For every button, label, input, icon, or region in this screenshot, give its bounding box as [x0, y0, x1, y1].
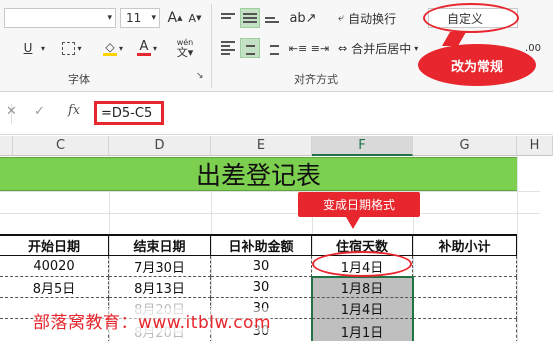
highlight-ellipse [423, 3, 519, 33]
border-icon [62, 41, 76, 55]
insert-function-icon[interactable]: fx [68, 103, 80, 118]
callout-date-format: 变成日期格式 [298, 192, 420, 217]
border-button[interactable]: ▾ [58, 38, 86, 58]
table-cell[interactable] [413, 256, 517, 277]
table-cell[interactable] [413, 298, 517, 319]
group-label-font: 字体 [68, 73, 90, 86]
group-label-alignment: 对齐方式 [294, 73, 338, 86]
select-all-corner[interactable] [0, 136, 13, 156]
align-right-button[interactable] [262, 38, 282, 58]
ribbon: ▾ 11 ▾ A▲ A▼ ab↗ ⤶ 自动换行 自定义 U ▾ ▾ ◇ ▾ [0, 0, 553, 92]
underline-button[interactable]: U [18, 38, 38, 58]
wrap-text-icon: ⤶ [338, 11, 345, 24]
chevron-down-icon: ▾ [118, 43, 123, 53]
enter-icon[interactable]: ✓ [34, 104, 45, 119]
column-header-g[interactable]: G [413, 136, 517, 156]
font-name-dropdown[interactable]: ▾ [4, 8, 116, 28]
phonetic-button[interactable]: wén 文▾ [170, 38, 200, 58]
align-middle-button[interactable] [240, 8, 260, 28]
ribbon-separator [211, 4, 212, 88]
formula-input[interactable]: =D5-C5 [94, 101, 164, 125]
table-cell[interactable]: 8月13日 [109, 277, 211, 298]
gridline [0, 213, 540, 214]
chevron-down-icon: ▾ [107, 13, 112, 23]
phonetic-icon: 文▾ [176, 46, 194, 59]
chevron-down-icon: ▾ [414, 43, 419, 53]
table-cell[interactable]: 7月30日 [109, 256, 211, 277]
increase-font-size-button[interactable]: A ▲ [166, 8, 184, 28]
merge-icon: ⇔ [338, 41, 348, 55]
font-color-button[interactable]: A ▾ [132, 38, 162, 58]
decrease-indent-icon: ⇤≡ [288, 41, 308, 55]
orientation-button[interactable]: ab↗ [289, 8, 317, 28]
header-daily-allowance[interactable]: 日补助金额 [211, 236, 312, 256]
gridline [517, 156, 518, 341]
chevron-down-icon[interactable]: ▾ [38, 38, 48, 58]
header-allowance-subtotal[interactable]: 补助小计 [413, 236, 517, 256]
table-cell-selected[interactable]: 1月8日 [312, 277, 413, 298]
align-bottom-button[interactable] [262, 8, 282, 28]
align-middle-icon [243, 13, 257, 23]
column-header-e[interactable]: E [211, 136, 312, 156]
align-top-icon [221, 13, 235, 23]
font-size-dropdown[interactable]: 11 ▾ [120, 8, 160, 28]
table-cell[interactable] [413, 319, 517, 341]
table-cell[interactable]: 30 [211, 277, 312, 298]
wrap-text-button[interactable]: ⤶ 自动换行 [338, 8, 414, 28]
font-dialog-launcher-icon[interactable]: ↘ [196, 71, 204, 81]
align-center-button[interactable] [240, 38, 260, 58]
decrease-indent-button[interactable]: ⇤≡ [288, 38, 308, 58]
column-header-h[interactable]: H [517, 136, 553, 156]
align-right-icon [265, 41, 279, 55]
align-left-button[interactable] [218, 38, 238, 58]
decimal-icon: .00 [525, 42, 541, 54]
merge-center-button[interactable]: ⇔ 合并后居中 ▾ [338, 38, 434, 58]
increase-indent-icon: ≡⇥ [310, 41, 330, 55]
sheet-title[interactable]: 出差登记表 [0, 157, 517, 191]
watermark-text: 部落窝教育：www.itblw.com [33, 308, 272, 333]
column-header-c[interactable]: C [13, 136, 109, 156]
callout-change-to-general: 改为常规 [418, 44, 536, 86]
table-cell[interactable]: 8月5日 [0, 277, 109, 298]
decrease-font-size-button[interactable]: A ▼ [186, 8, 204, 28]
orientation-icon: ab↗ [289, 10, 317, 26]
table-cell-selected[interactable]: 1月1日 [312, 319, 413, 341]
chevron-down-icon: ▾ [152, 43, 157, 53]
worksheet-grid: C D E F G H 出差登记表 开始日期 结束日期 日补助金额 住宿天数 补… [0, 136, 553, 341]
formula-bar: ✕ ✓ fx =D5-C5 [0, 93, 553, 135]
table-cell[interactable]: 30 [211, 256, 312, 277]
table-cell[interactable] [413, 277, 517, 298]
align-bottom-icon [265, 13, 279, 23]
increase-indent-button[interactable]: ≡⇥ [310, 38, 330, 58]
chevron-down-icon: ▾ [151, 13, 156, 23]
align-top-button[interactable] [218, 8, 238, 28]
column-header-d[interactable]: D [109, 136, 211, 156]
callout-pointer [346, 217, 360, 229]
font-color-swatch [136, 53, 151, 56]
fill-color-button[interactable]: ◇ ▾ [98, 38, 128, 58]
highlight-ellipse [312, 251, 412, 277]
header-start-date[interactable]: 开始日期 [0, 236, 109, 256]
align-center-icon [243, 41, 257, 55]
table-cell[interactable]: 40020 [0, 256, 109, 277]
cancel-icon[interactable]: ✕ [6, 104, 17, 119]
paint-bucket-icon: ◇ [102, 41, 117, 56]
align-left-icon [221, 41, 235, 55]
font-size-partial [4, 38, 18, 58]
chevron-down-icon: ▾ [77, 43, 82, 53]
table-cell-selected[interactable]: 1月4日 [312, 298, 413, 319]
column-header-f[interactable]: F [312, 136, 413, 156]
header-end-date[interactable]: 结束日期 [109, 236, 211, 256]
